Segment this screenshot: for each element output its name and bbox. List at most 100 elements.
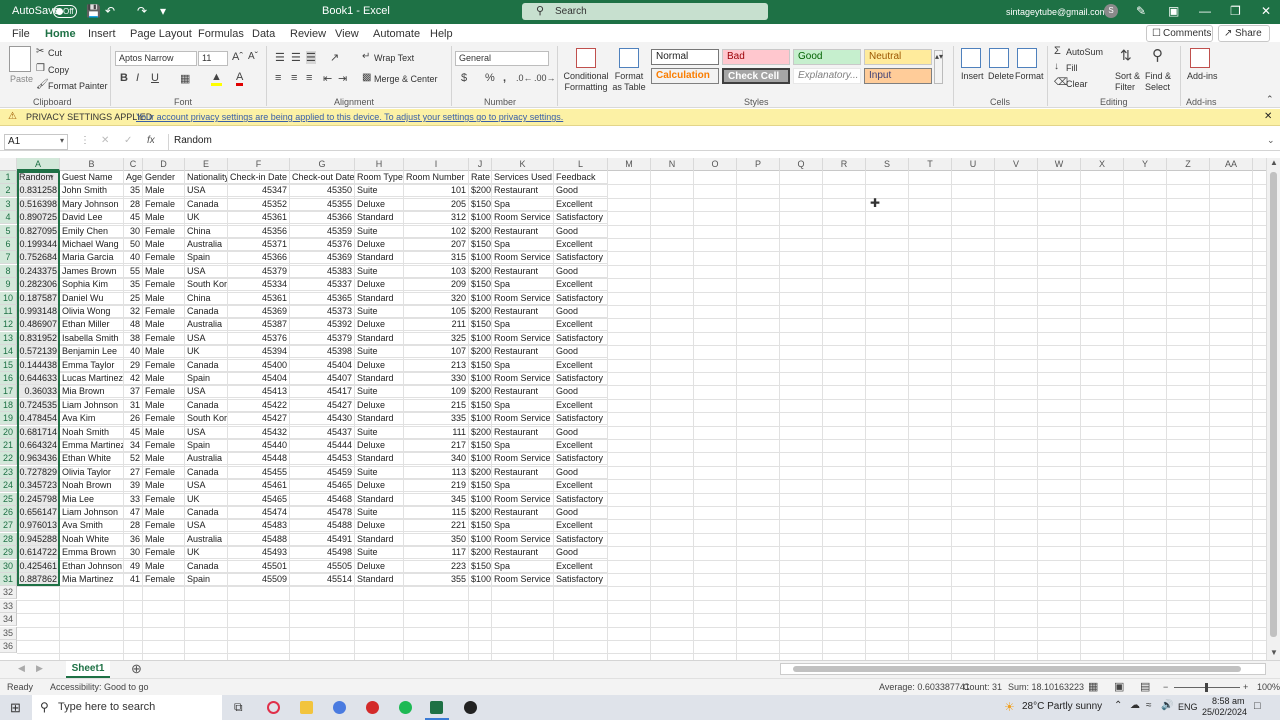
row-header[interactable]: 34 bbox=[0, 613, 17, 627]
row-header[interactable]: 13 bbox=[0, 331, 17, 345]
paste-icon[interactable] bbox=[9, 46, 31, 72]
table-cell[interactable]: Good bbox=[554, 345, 608, 359]
select-all-corner[interactable] bbox=[0, 158, 17, 171]
table-cell[interactable]: Restaurant bbox=[492, 425, 554, 439]
table-cell[interactable]: Canada bbox=[185, 506, 228, 519]
vertical-scrollbar[interactable]: ▲ ▼ bbox=[1266, 158, 1280, 660]
row-header[interactable]: 25 bbox=[0, 492, 17, 506]
table-cell[interactable]: 45432 bbox=[228, 425, 290, 439]
table-cell[interactable]: Deluxe bbox=[355, 439, 404, 452]
table-cell[interactable]: Satisfactory bbox=[554, 331, 608, 345]
increase-indent-icon[interactable]: ⇥ bbox=[338, 72, 347, 85]
restore-icon[interactable]: ❐ bbox=[1230, 4, 1241, 18]
table-cell[interactable]: Suite bbox=[355, 184, 404, 198]
table-cell[interactable]: Canada bbox=[185, 358, 228, 372]
table-cell[interactable]: Deluxe bbox=[355, 358, 404, 372]
tab-home[interactable]: Home bbox=[45, 28, 76, 45]
table-cell[interactable]: 45437 bbox=[290, 425, 355, 439]
table-cell[interactable]: Ethan Johnson bbox=[60, 559, 124, 573]
table-cell[interactable]: 45488 bbox=[290, 519, 355, 533]
table-cell[interactable]: Male bbox=[143, 479, 185, 493]
table-cell[interactable]: Standard bbox=[355, 412, 404, 426]
table-cell[interactable]: Room Service bbox=[492, 412, 554, 426]
table-cell[interactable]: Suite bbox=[355, 465, 404, 479]
table-cell[interactable]: 45427 bbox=[228, 412, 290, 426]
table-cell[interactable]: Male bbox=[143, 291, 185, 305]
table-cell[interactable]: 45468 bbox=[290, 492, 355, 506]
table-cell[interactable]: UK bbox=[185, 546, 228, 560]
table-cell[interactable]: 105 bbox=[404, 305, 469, 318]
table-cell[interactable]: 35 bbox=[124, 278, 143, 292]
normal-view-icon[interactable]: ▦ bbox=[1088, 680, 1098, 693]
task-view-icon[interactable]: ⧉ bbox=[234, 700, 243, 715]
column-header[interactable]: G bbox=[290, 158, 355, 171]
row-header[interactable]: 4 bbox=[0, 211, 17, 225]
table-cell[interactable]: Good bbox=[554, 264, 608, 278]
horizontal-scrollbar[interactable] bbox=[780, 663, 1266, 675]
search-box[interactable]: ⚲ Search bbox=[522, 3, 768, 20]
table-cell[interactable]: David Lee bbox=[60, 211, 124, 225]
volume-icon[interactable]: 🔊 bbox=[1161, 700, 1173, 711]
align-top-icon[interactable]: ☰ bbox=[275, 51, 285, 64]
autosum-icon[interactable]: Σ bbox=[1054, 45, 1061, 57]
table-cell[interactable]: Good bbox=[554, 385, 608, 399]
row-header[interactable]: 23 bbox=[0, 465, 17, 479]
table-cell[interactable]: Sophia Kim bbox=[60, 278, 124, 292]
table-cell[interactable]: Spain bbox=[185, 372, 228, 385]
tab-file[interactable]: File bbox=[12, 28, 30, 40]
table-cell[interactable]: 45359 bbox=[290, 224, 355, 238]
table-cell[interactable]: UK bbox=[185, 492, 228, 506]
align-center-icon[interactable]: ≡ bbox=[291, 72, 297, 84]
table-cell[interactable]: 45400 bbox=[228, 358, 290, 372]
table-cell[interactable]: 45498 bbox=[290, 546, 355, 560]
row-header[interactable]: 21 bbox=[0, 439, 17, 452]
cancel-icon[interactable]: ✕ bbox=[101, 135, 109, 146]
table-cell[interactable]: 45448 bbox=[228, 452, 290, 466]
row-header[interactable]: 29 bbox=[0, 546, 17, 560]
table-cell[interactable]: Restaurant bbox=[492, 465, 554, 479]
table-cell[interactable]: 52 bbox=[124, 452, 143, 466]
table-cell[interactable]: Excellent bbox=[554, 238, 608, 251]
row-header[interactable]: 26 bbox=[0, 506, 17, 519]
borders-icon[interactable]: ▦ bbox=[180, 72, 190, 85]
excel-taskbar-icon[interactable] bbox=[430, 701, 443, 714]
table-cell[interactable]: 45355 bbox=[290, 197, 355, 211]
table-cell[interactable]: 345 bbox=[404, 492, 469, 506]
table-cell[interactable]: 31 bbox=[124, 398, 143, 412]
pen-icon[interactable]: ✎ bbox=[1136, 4, 1146, 18]
clear-button[interactable]: Clear bbox=[1066, 79, 1088, 89]
table-cell[interactable]: Australia bbox=[185, 238, 228, 251]
table-cell[interactable]: Excellent bbox=[554, 358, 608, 372]
table-cell[interactable]: 209 bbox=[404, 278, 469, 292]
table-cell[interactable]: 45501 bbox=[228, 559, 290, 573]
opera-icon[interactable] bbox=[267, 701, 280, 714]
table-cell[interactable]: Male bbox=[143, 506, 185, 519]
fill-icon[interactable]: ↓ bbox=[1054, 61, 1059, 72]
fill-color-icon[interactable]: ▲ bbox=[211, 71, 222, 86]
column-header[interactable]: W bbox=[1038, 158, 1081, 171]
column-header[interactable]: Z bbox=[1167, 158, 1210, 171]
table-cell[interactable]: Ethan Miller bbox=[60, 318, 124, 332]
align-right-icon[interactable]: ≡ bbox=[306, 72, 312, 84]
table-cell[interactable]: 45455 bbox=[228, 465, 290, 479]
table-cell[interactable]: 32 bbox=[124, 305, 143, 318]
table-cell[interactable]: Mia Brown bbox=[60, 385, 124, 399]
table-cell[interactable]: $150 bbox=[469, 439, 492, 452]
table-cell[interactable]: Standard bbox=[355, 372, 404, 385]
table-cell[interactable]: Olivia Taylor bbox=[60, 465, 124, 479]
table-cell[interactable]: Excellent bbox=[554, 278, 608, 292]
table-cell[interactable]: 45356 bbox=[228, 224, 290, 238]
column-header[interactable]: C bbox=[124, 158, 143, 171]
table-cell[interactable]: 45347 bbox=[228, 184, 290, 198]
table-cell[interactable]: $100 bbox=[469, 492, 492, 506]
table-cell[interactable]: 102 bbox=[404, 224, 469, 238]
column-header[interactable]: I bbox=[404, 158, 469, 171]
table-cell[interactable]: Spa bbox=[492, 238, 554, 251]
table-cell[interactable]: 45398 bbox=[290, 345, 355, 359]
table-cell[interactable]: Room Service bbox=[492, 331, 554, 345]
table-cell[interactable]: 219 bbox=[404, 479, 469, 493]
column-header[interactable]: B bbox=[60, 158, 124, 171]
table-cell[interactable]: 45371 bbox=[228, 238, 290, 251]
table-cell[interactable]: Spa bbox=[492, 278, 554, 292]
table-cell[interactable]: Satisfactory bbox=[554, 372, 608, 385]
